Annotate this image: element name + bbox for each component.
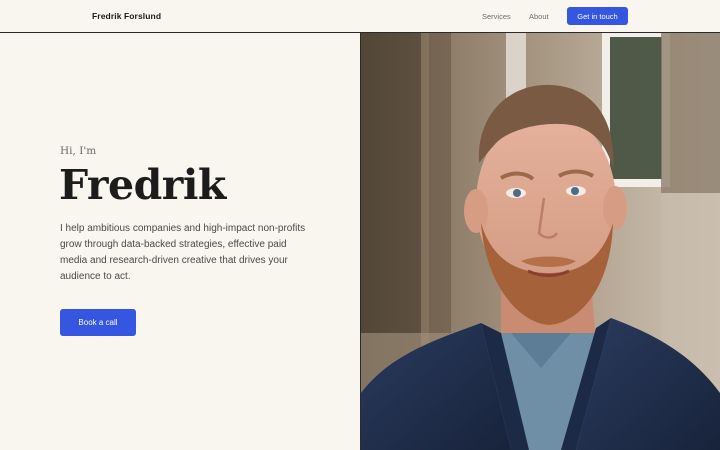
hero-intro: Hi, I'm Fredrik I help ambitious compani… [0, 33, 360, 450]
hero-name: Fredrik [59, 161, 226, 209]
hero-description: I help ambitious companies and high-impa… [60, 223, 306, 282]
portrait-photo [361, 33, 720, 450]
nav-link-services[interactable]: Services [482, 12, 511, 21]
book-a-call-button[interactable]: Book a call [60, 309, 136, 336]
site-header: Fredrik Forslund Services About Get in t… [0, 0, 720, 33]
get-in-touch-button[interactable]: Get in touch [567, 7, 628, 25]
hero-greeting: Hi, I'm [60, 145, 97, 157]
nav-link-about[interactable]: About [529, 12, 549, 21]
brand-name[interactable]: Fredrik Forslund [92, 11, 161, 21]
landing-page: Fredrik Forslund Services About Get in t… [0, 0, 720, 450]
